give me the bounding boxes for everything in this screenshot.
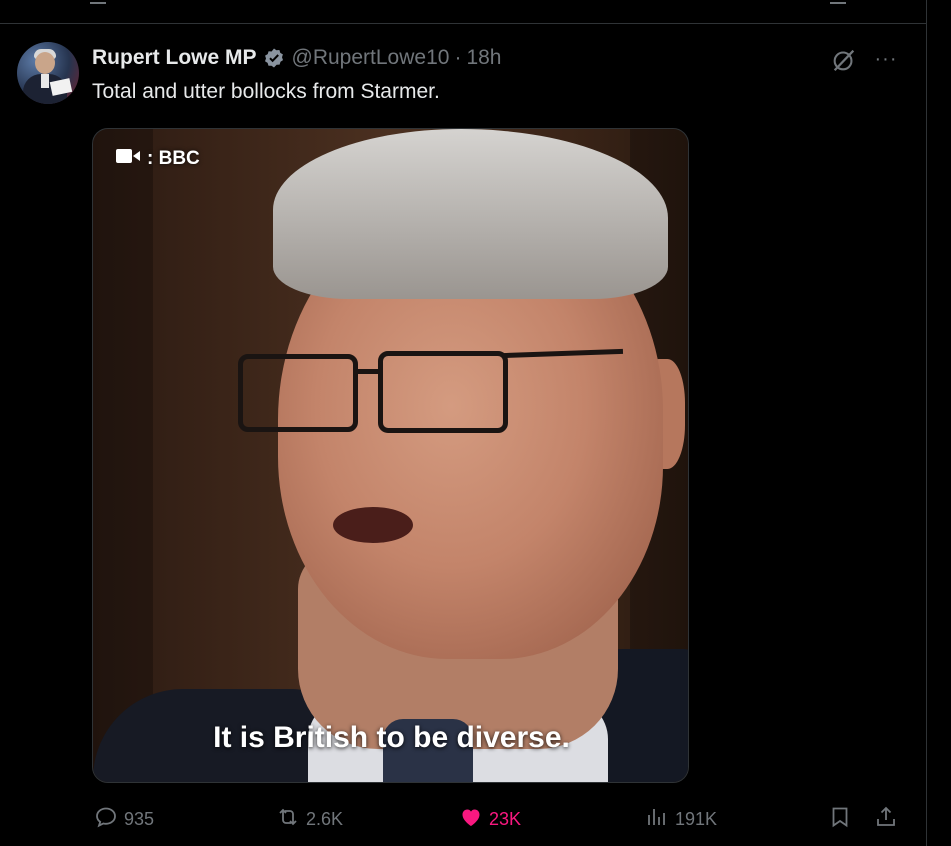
grok-icon[interactable] (826, 44, 862, 76)
timeline-column: Rupert Lowe MP @RupertLowe10 · 18h ··· T… (0, 0, 927, 846)
video-source-badge: : BBC (115, 147, 200, 171)
reply-count: 935 (124, 808, 155, 829)
bookmark-icon (828, 805, 852, 834)
previous-tweet-action-icon (90, 0, 106, 4)
video-caption: It is British to be diverse. (213, 721, 570, 754)
share-button[interactable] (874, 798, 898, 840)
repost-icon (276, 805, 300, 834)
author-handle[interactable]: @RupertLowe10 (292, 46, 450, 70)
separator-dot: · (454, 46, 462, 69)
tweet-video[interactable]: : BBC It is British to be diverse. (92, 128, 689, 783)
more-icon[interactable]: ··· (868, 44, 904, 74)
avatar[interactable] (17, 42, 79, 104)
tweet-text: Total and utter bollocks from Starmer. (92, 80, 440, 103)
heart-icon (459, 805, 483, 834)
repost-button[interactable]: 2.6K (276, 798, 343, 840)
reply-icon (94, 805, 118, 834)
previous-tweet-edge (0, 0, 926, 24)
views-button[interactable]: 191K (645, 798, 717, 840)
tweet-actions: 935 2.6K 23K 191K (0, 798, 926, 840)
repost-count: 2.6K (306, 808, 344, 829)
views-icon (645, 805, 669, 834)
views-count: 191K (675, 808, 718, 829)
like-count: 23K (489, 808, 522, 829)
tweet-timestamp[interactable]: 18h (466, 46, 501, 70)
verified-badge-icon[interactable] (263, 47, 285, 69)
video-source-label: : BBC (147, 148, 200, 169)
bookmark-button[interactable] (828, 798, 852, 840)
tweet-header: Rupert Lowe MP @RupertLowe10 · 18h (92, 44, 501, 72)
video-camera-icon (115, 147, 141, 171)
previous-tweet-action-icon (830, 0, 846, 4)
author-name[interactable]: Rupert Lowe MP (92, 46, 257, 70)
reply-button[interactable]: 935 (94, 798, 154, 840)
share-icon (874, 805, 898, 834)
like-button[interactable]: 23K (459, 798, 521, 840)
